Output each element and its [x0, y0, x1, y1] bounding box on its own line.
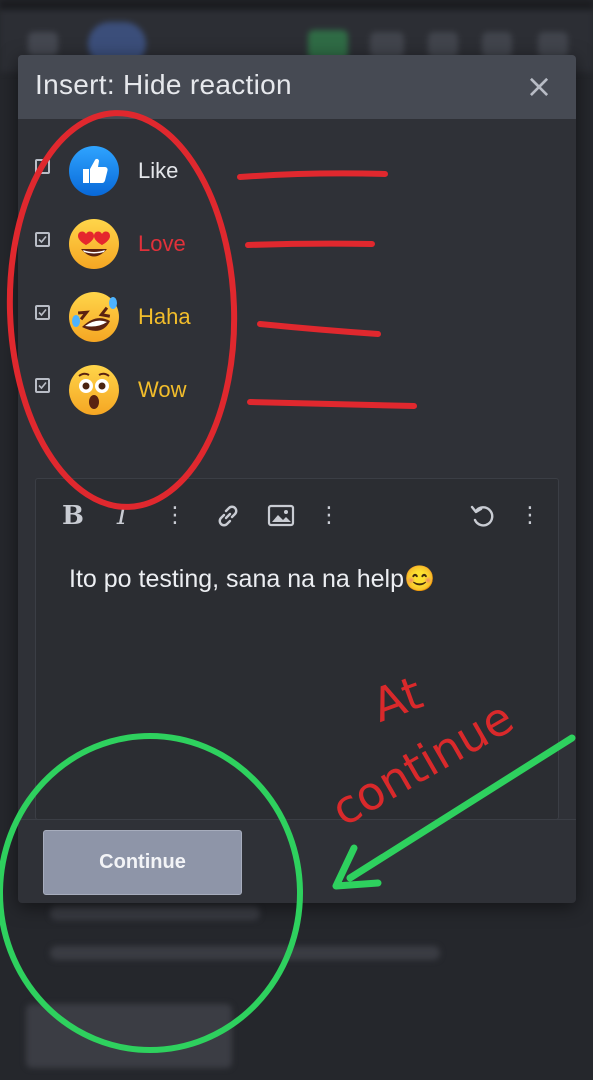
- haha-icon: [68, 291, 120, 343]
- image-icon[interactable]: [264, 499, 298, 533]
- editor-content[interactable]: Ito po testing, sana na na help😊: [69, 565, 435, 594]
- italic-button[interactable]: I: [112, 499, 132, 533]
- haha-label: Haha: [138, 304, 191, 329]
- more-options-icon[interactable]: ⋮: [519, 499, 541, 533]
- reaction-row-haha[interactable]: Haha: [18, 285, 576, 349]
- dialog-footer: Continue: [18, 819, 576, 903]
- reaction-row-love[interactable]: Love: [18, 212, 576, 276]
- like-checkbox[interactable]: [35, 159, 50, 174]
- message-editor[interactable]: B I ⋮ ⋮ ⋮ Ito po testing, sana na na hel…: [35, 478, 559, 820]
- more-options-icon[interactable]: ⋮: [164, 499, 186, 533]
- continue-button[interactable]: Continue: [43, 830, 242, 895]
- close-button[interactable]: ×: [524, 69, 554, 103]
- bold-button[interactable]: B: [60, 499, 86, 533]
- dialog-title: Insert: Hide reaction: [35, 69, 292, 100]
- undo-icon[interactable]: [466, 499, 500, 533]
- reaction-row-wow[interactable]: Wow: [18, 358, 576, 422]
- love-checkbox[interactable]: [35, 232, 50, 247]
- background-button: [26, 1004, 232, 1068]
- love-icon: [68, 218, 120, 270]
- status-bar: [0, 0, 593, 10]
- like-label: Like: [138, 158, 179, 183]
- link-icon[interactable]: [211, 499, 245, 533]
- more-options-icon[interactable]: ⋮: [318, 499, 340, 533]
- hide-reaction-dialog: Insert: Hide reaction × Like Love Haha W…: [18, 55, 576, 903]
- wow-label: Wow: [138, 377, 187, 402]
- haha-checkbox[interactable]: [35, 305, 50, 320]
- like-icon: [68, 145, 120, 197]
- wow-checkbox[interactable]: [35, 378, 50, 393]
- wow-icon: [68, 364, 120, 416]
- reaction-row-like[interactable]: Like: [18, 139, 576, 203]
- dialog-header: Insert: Hide reaction ×: [18, 55, 576, 119]
- love-label: Love: [138, 231, 186, 256]
- close-icon: ×: [525, 67, 553, 105]
